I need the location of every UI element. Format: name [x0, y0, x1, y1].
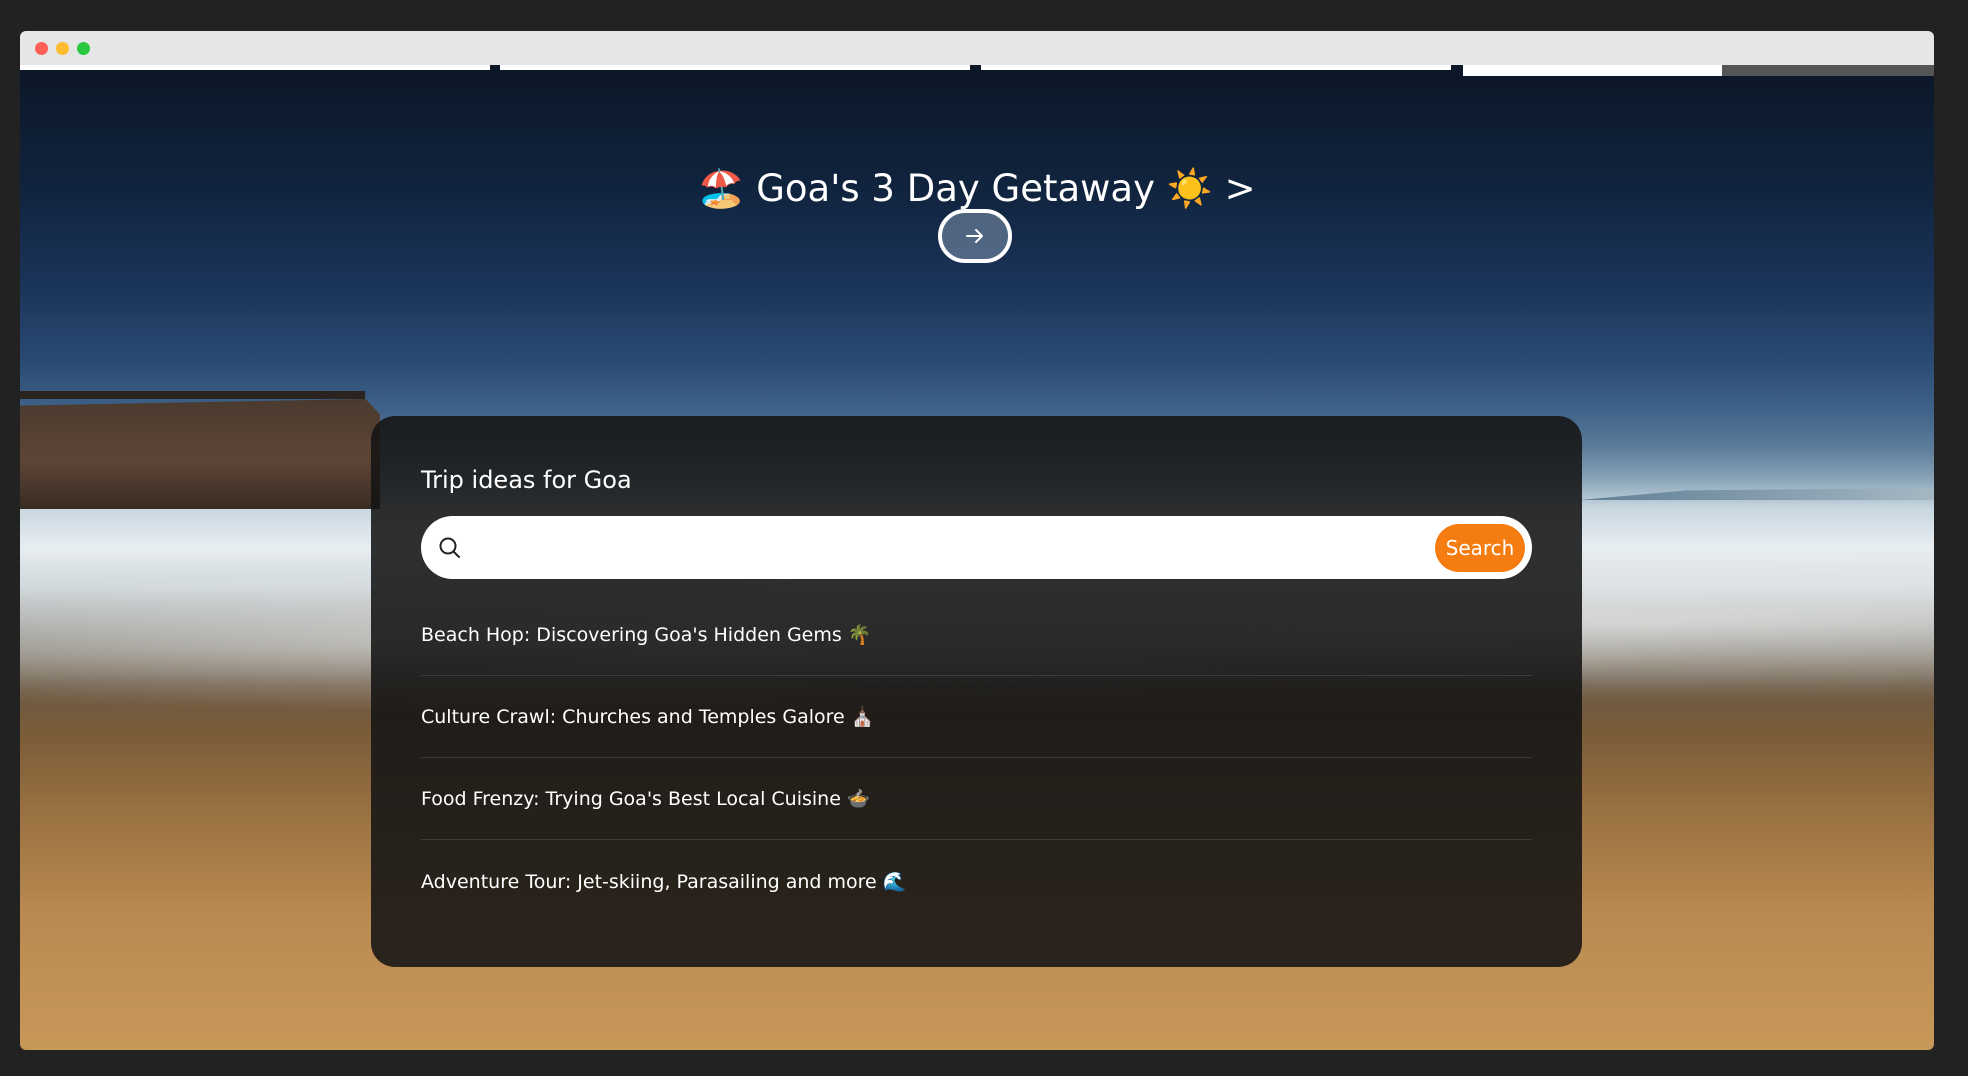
fort-wall — [20, 399, 380, 509]
story-progress-segment-4-remaining — [1722, 65, 1934, 76]
window-titlebar — [20, 31, 1934, 65]
panel-title: Trip ideas for Goa — [421, 466, 632, 494]
trip-idea-item[interactable]: Adventure Tour: Jet-skiing, Parasailing … — [421, 840, 1532, 922]
minimize-window-button[interactable] — [56, 42, 69, 55]
story-progress-segment-2 — [500, 65, 970, 70]
trip-ideas-list: Beach Hop: Discovering Goa's Hidden Gems… — [421, 594, 1532, 922]
zoom-window-button[interactable] — [77, 42, 90, 55]
search-icon — [439, 537, 460, 558]
trip-ideas-panel: Trip ideas for Goa Search Beach Hop: Dis… — [371, 416, 1582, 967]
story-progress-segment-3 — [981, 65, 1451, 70]
distant-shoreline — [1580, 488, 1934, 500]
browser-window: 🏖️ Goa's 3 Day Getaway ☀️ > Trip ideas f… — [20, 31, 1934, 1050]
search-input[interactable] — [479, 528, 1433, 568]
trip-idea-item[interactable]: Food Frenzy: Trying Goa's Best Local Cui… — [421, 758, 1532, 840]
trip-idea-item[interactable]: Culture Crawl: Churches and Temples Galo… — [421, 676, 1532, 758]
arrow-right-icon — [966, 229, 983, 243]
story-progress-segment-1 — [20, 65, 490, 70]
story-progress-bar — [20, 65, 1934, 76]
search-button[interactable]: Search — [1435, 524, 1525, 572]
fort-wall-top — [20, 391, 365, 399]
search-bar: Search — [421, 516, 1532, 579]
story-progress-segment-4 — [1463, 65, 1722, 76]
trip-idea-item[interactable]: Beach Hop: Discovering Goa's Hidden Gems… — [421, 594, 1532, 676]
close-window-button[interactable] — [35, 42, 48, 55]
story-title[interactable]: 🏖️ Goa's 3 Day Getaway ☀️ > — [20, 167, 1934, 211]
next-story-button[interactable] — [938, 209, 1012, 263]
